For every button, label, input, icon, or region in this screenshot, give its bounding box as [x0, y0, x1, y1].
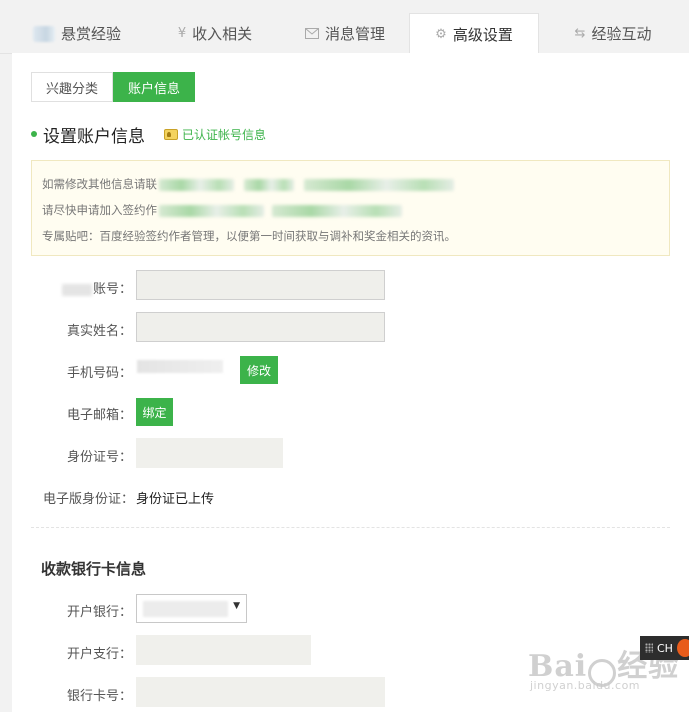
bank-select-value — [143, 601, 228, 617]
notice-text: 请尽快申请加入签约作 — [42, 203, 157, 217]
id-number-input[interactable] — [136, 438, 283, 468]
subtab-interest-category[interactable]: 兴趣分类 — [31, 72, 114, 102]
section-title-text: 设置账户信息 — [43, 126, 145, 147]
tab-label: 经验互动 — [591, 25, 652, 43]
bank-section-title: 收款银行卡信息 — [41, 560, 147, 578]
ime-label: CH — [657, 641, 673, 655]
sogou-icon — [677, 639, 689, 657]
redacted-text — [61, 283, 92, 296]
tab-advanced-settings[interactable]: ⚙ 高级设置 — [409, 13, 539, 55]
eid-label: 电子版身份证： — [42, 492, 134, 507]
subtab-account-info[interactable]: 账户信息 — [113, 72, 196, 102]
bullet-dot-icon — [31, 131, 37, 137]
blurred-icon — [32, 25, 55, 42]
id-number-label: 身份证号： — [66, 450, 132, 465]
account-input[interactable] — [136, 270, 385, 300]
realname-label: 真实姓名： — [66, 324, 132, 339]
redacted-text — [159, 178, 234, 191]
mail-icon — [304, 28, 319, 39]
exchange-icon: ⇆ — [574, 26, 586, 41]
id-card-icon — [164, 129, 178, 140]
bank-select[interactable]: ▼ — [136, 594, 247, 623]
tab-label: 收入相关 — [192, 25, 253, 43]
verified-account-link[interactable]: 已认证帐号信息 — [164, 126, 266, 143]
watermark-url: jingyan.baidu.com — [530, 679, 641, 692]
bank-name-label: 开户银行： — [66, 605, 132, 620]
notice-line-3: 专属贴吧：百度经验签约作者管理，以便第一时间获取与调补和奖金相关的资讯。 — [42, 229, 456, 243]
left-gutter — [0, 54, 12, 712]
top-tab-bar: 悬赏经验 ¥ 收入相关 消息管理 ⚙ 高级设置 ⇆ 经验互动 — [0, 0, 689, 55]
phone-label: 手机号码： — [66, 366, 132, 381]
gear-icon: ⚙ — [435, 27, 447, 42]
input-method-widget[interactable]: CH — [640, 636, 689, 660]
tab-label: 高级设置 — [452, 26, 513, 44]
tab-reward-experience[interactable]: 悬赏经验 — [14, 13, 140, 54]
redacted-text — [159, 204, 264, 217]
modify-phone-button[interactable]: 修改 — [240, 356, 278, 384]
redacted-text — [304, 178, 454, 191]
verified-account-label: 已认证帐号信息 — [182, 128, 267, 142]
notice-line-1: 如需修改其他信息请联 — [42, 176, 454, 192]
phone-number-value — [137, 360, 223, 373]
realname-input[interactable] — [136, 312, 385, 342]
account-label: 账号： — [92, 282, 132, 297]
card-number-label: 银行卡号： — [66, 689, 132, 704]
chevron-down-icon: ▼ — [233, 601, 240, 611]
tab-label: 消息管理 — [324, 25, 385, 43]
yen-icon: ¥ — [177, 26, 187, 41]
notice-text: 如需修改其他信息请联 — [42, 177, 157, 191]
notice-box: 如需修改其他信息请联 请尽快申请加入签约作 专属贴吧：百度经验签约作者管理，以便… — [31, 160, 670, 256]
sub-tab-group: 兴趣分类 账户信息 — [31, 72, 196, 102]
branch-label: 开户支行： — [66, 647, 132, 662]
redacted-text — [272, 204, 402, 217]
section-title: 设置账户信息 — [31, 122, 145, 147]
branch-input[interactable] — [136, 635, 311, 665]
tab-income[interactable]: ¥ 收入相关 — [152, 13, 278, 54]
tab-experience-interaction[interactable]: ⇆ 经验互动 — [545, 13, 681, 54]
bind-email-button[interactable]: 绑定 — [136, 398, 173, 426]
tab-label: 悬赏经验 — [60, 25, 121, 43]
email-label: 电子邮箱： — [66, 408, 132, 423]
account-label-row: 账号： — [60, 278, 132, 297]
redacted-text — [244, 178, 294, 191]
drag-grip-icon — [645, 643, 653, 653]
tab-messages[interactable]: 消息管理 — [282, 13, 408, 54]
section-divider — [31, 527, 670, 528]
card-number-input[interactable] — [136, 677, 385, 707]
eid-status: 身份证已上传 — [136, 492, 215, 507]
notice-line-2: 请尽快申请加入签约作 — [42, 202, 402, 218]
